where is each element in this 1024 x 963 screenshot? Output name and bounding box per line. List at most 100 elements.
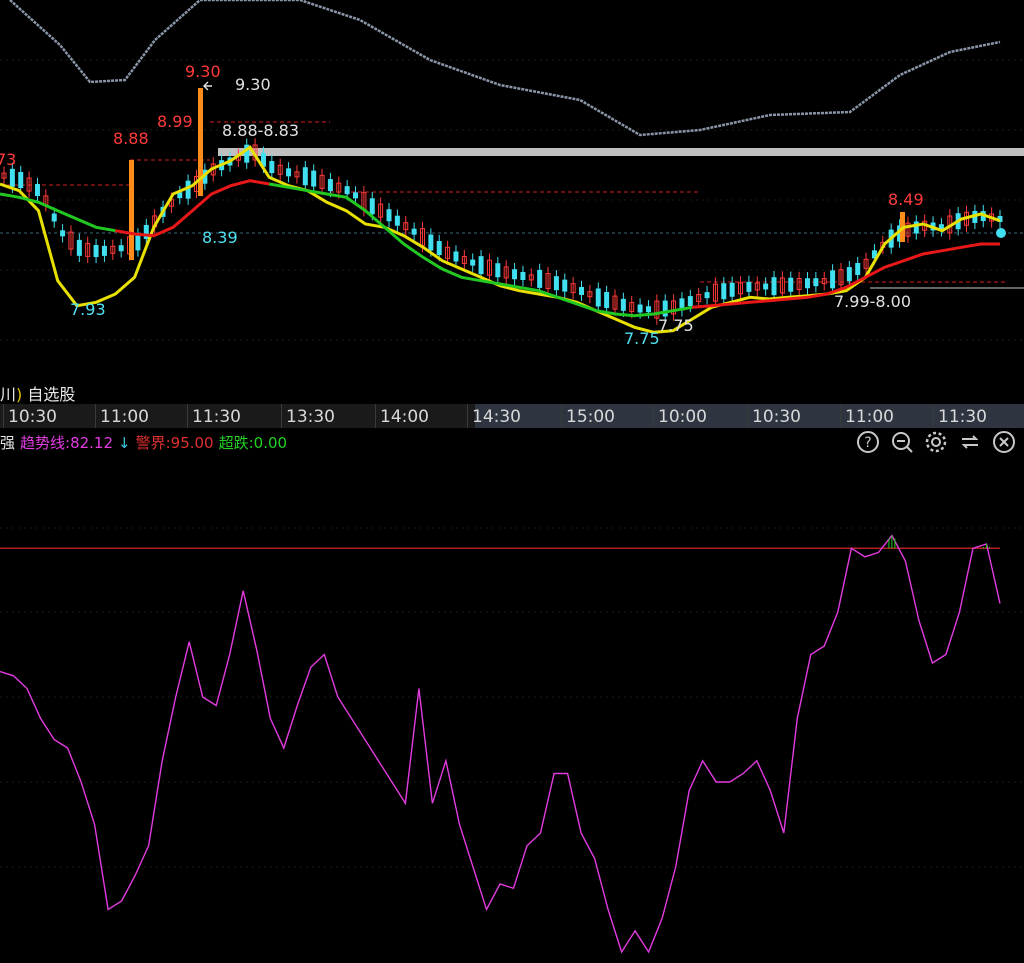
svg-text:?: ?: [864, 435, 871, 451]
indicator-toolbar: ?: [856, 430, 1016, 454]
candle-body: [804, 278, 810, 289]
time-tick-label: 11:30: [192, 407, 241, 427]
trend-line: [0, 192, 116, 233]
price-label: 7.99-8.00: [834, 292, 911, 311]
candle-body: [353, 192, 359, 199]
price-label: 7.93: [70, 300, 106, 319]
candle-body: [60, 230, 66, 237]
trend-indicator-line: [0, 534, 1001, 954]
help-icon[interactable]: ?: [856, 430, 880, 454]
candle-body: [553, 276, 559, 291]
candle-body: [620, 298, 626, 311]
candle-body: [118, 245, 124, 252]
candle-body: [51, 213, 57, 222]
trend-arrow-icon: ↓: [118, 434, 131, 452]
price-label: 73: [0, 150, 16, 169]
candle-body: [721, 283, 727, 300]
indicator-name: 强: [0, 434, 16, 452]
time-tick-label: 10:30: [752, 407, 801, 427]
price-label: 8.99: [157, 112, 193, 131]
candle-body: [470, 259, 476, 266]
candle-body: [9, 168, 15, 187]
candle-body: [687, 296, 693, 307]
candle-body: [453, 251, 459, 262]
candle-body: [386, 209, 392, 222]
settings-icon[interactable]: [924, 430, 948, 454]
zoom-out-icon[interactable]: [890, 430, 914, 454]
warn-label: 警界:95.00: [135, 434, 214, 452]
candle-body: [302, 167, 308, 186]
price-label: 8.39: [202, 228, 238, 247]
axis-separator: [375, 404, 376, 428]
candle-body: [344, 186, 350, 195]
candle-body: [34, 184, 40, 197]
candle-body: [537, 269, 543, 288]
candle-body: [579, 286, 585, 295]
trend-line: [115, 179, 270, 238]
candle-body: [18, 172, 24, 189]
time-tick-label: 14:00: [380, 407, 429, 427]
candle-body: [604, 292, 610, 309]
candle-body: [512, 269, 518, 280]
watchlist-paren: ): [16, 385, 23, 404]
candle-body: [771, 277, 777, 296]
axis-separator: [3, 404, 4, 428]
trend-label: 趋势线:82.12: [20, 434, 114, 452]
time-tick-label: 10:00: [658, 407, 707, 427]
candle-body: [428, 234, 434, 251]
candle-body: [478, 256, 484, 275]
candle-body: [645, 306, 651, 313]
watchlist-tab[interactable]: 川) 自选股: [0, 381, 75, 405]
price-label: 8.88: [113, 129, 149, 148]
candle-body: [411, 228, 417, 235]
candle-body: [520, 271, 526, 280]
candle-body: [746, 281, 752, 292]
candle-body: [729, 282, 735, 297]
refresh-icon[interactable]: [958, 430, 982, 454]
candle-body: [436, 241, 442, 256]
candle-body: [311, 170, 317, 187]
time-tick-label: 11:00: [845, 407, 894, 427]
price-label: 8.88-8.83: [222, 121, 299, 140]
price-chart[interactable]: 738.888.999.309.308.88-8.838.397.937.757…: [0, 0, 1024, 404]
axis-separator: [281, 404, 282, 428]
price-label: 7.75: [658, 316, 694, 335]
drop-label: 超跌:0.00: [218, 434, 288, 452]
candle-body: [846, 267, 852, 282]
time-axis: 10:30 11:00 11:30 13:30 14:00 14:30 15:00 10:00…: [0, 404, 1024, 428]
candle-body: [495, 263, 501, 278]
price-label: 8.49: [888, 190, 924, 209]
arrow-icon: [203, 81, 212, 91]
time-tick-label: 10:30: [8, 407, 57, 427]
price-band: [218, 148, 1024, 156]
axis-separator: [653, 404, 654, 428]
candle-body: [369, 198, 375, 215]
candle-body: [855, 263, 861, 275]
watchlist-prefix: 川: [0, 385, 17, 404]
indicator-chart[interactable]: [0, 452, 1024, 963]
close-icon[interactable]: [992, 430, 1016, 454]
candle-body: [177, 192, 183, 199]
candle-body: [763, 283, 769, 290]
candle-body: [562, 279, 568, 292]
time-tick-label: 11:30: [938, 407, 987, 427]
watchlist-label: 自选股: [27, 385, 76, 404]
axis-separator: [467, 404, 468, 428]
axis-separator: [840, 404, 841, 428]
candle-body: [704, 292, 710, 299]
candle-body: [830, 270, 836, 289]
time-tick-label: 15:00: [566, 407, 615, 427]
time-tick-label: 13:30: [286, 407, 335, 427]
axis-separator: [187, 404, 188, 428]
candle-body: [394, 215, 400, 226]
candle-body: [788, 277, 794, 292]
last-price-dot: [996, 228, 1006, 238]
candle-body: [269, 161, 275, 174]
candle-body: [93, 245, 99, 258]
candle-body: [327, 179, 333, 192]
axis-separator: [933, 404, 934, 428]
candle-body: [135, 234, 141, 251]
candle-body: [637, 304, 643, 313]
candle-body: [813, 278, 819, 287]
price-label: 9.30: [235, 75, 271, 94]
